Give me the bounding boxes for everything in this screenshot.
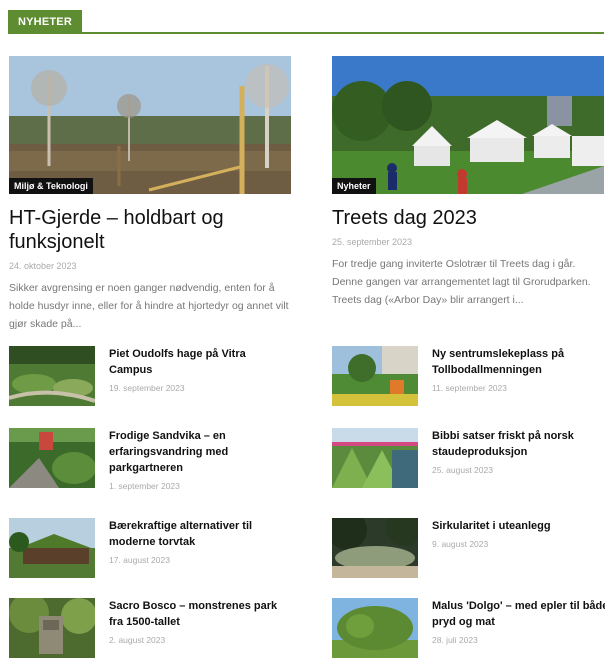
list-title[interactable]: Bærekraftige alternativer til moderne to… [109,518,289,550]
feature-excerpt: Sikker avgrensing er noen ganger nødvend… [9,282,289,330]
list-title[interactable]: Piet Oudolfs hage på Vitra Campus [109,346,289,378]
list-title[interactable]: Frodige Sandvika – en erfaringsvandring … [109,428,289,476]
feature-article-2[interactable]: Nyheter Treets dag 2023 25. september 20… [332,56,604,309]
list-thumbnail[interactable] [332,518,418,578]
category-badge[interactable]: Nyheter [332,178,376,194]
list-date: 11. september 2023 [432,383,507,393]
list-title[interactable]: Ny sentrumslekeplass på Tollbodallmennin… [432,346,605,378]
turf-roof-photo [9,518,95,578]
list-title[interactable]: Malus 'Dolgo' – med epler til både pryd … [432,598,605,630]
list-date: 19. september 2023 [109,383,185,393]
park-path-photo [9,428,95,488]
list-thumbnail[interactable] [332,346,418,406]
list-thumbnail[interactable] [332,598,418,658]
list-date: 17. august 2023 [109,555,170,565]
section-divider [8,32,604,34]
list-thumbnail[interactable] [9,428,95,488]
list-date: 1. september 2023 [109,481,180,491]
playground-photo [332,346,418,406]
feature-title[interactable]: HT-Gjerde – holdbart og funksjonelt [9,206,291,254]
category-badge[interactable]: Miljø & Teknologi [9,178,93,194]
apple-tree-photo [332,598,418,658]
section-header: NYHETER [8,8,604,34]
nursery-greenhouse-photo [332,428,418,488]
list-thumbnail[interactable] [9,346,95,406]
section-label: NYHETER [8,10,82,34]
list-thumbnail[interactable] [9,598,95,658]
list-thumbnail[interactable] [9,518,95,578]
garden-photo [9,346,95,406]
list-date: 9. august 2023 [432,539,489,549]
feature-image-1[interactable]: Miljø & Teknologi [9,56,291,194]
list-date: 28. juli 2023 [432,635,478,645]
list-thumbnail[interactable] [332,428,418,488]
tree-day-event-photo [332,56,604,194]
fence-field-photo [9,56,291,194]
list-title[interactable]: Bibbi satser friskt på norsk staudeprodu… [432,428,605,460]
list-title[interactable]: Sirkularitet i uteanlegg [432,518,605,534]
landscape-photo [332,518,418,578]
feature-date: 25. september 2023 [332,237,413,247]
list-date: 25. august 2023 [432,465,493,475]
feature-article-1[interactable]: Miljø & Teknologi HT-Gjerde – holdbart o… [9,56,291,333]
list-title[interactable]: Sacro Bosco – monstrenes park fra 1500-t… [109,598,289,630]
stone-sculpture-photo [9,598,95,658]
feature-image-2[interactable]: Nyheter [332,56,604,194]
feature-excerpt: For tredje gang inviterte Oslotrær til T… [332,258,591,306]
list-date: 2. august 2023 [109,635,166,645]
feature-title[interactable]: Treets dag 2023 [332,206,604,230]
feature-date: 24. oktober 2023 [9,261,77,271]
